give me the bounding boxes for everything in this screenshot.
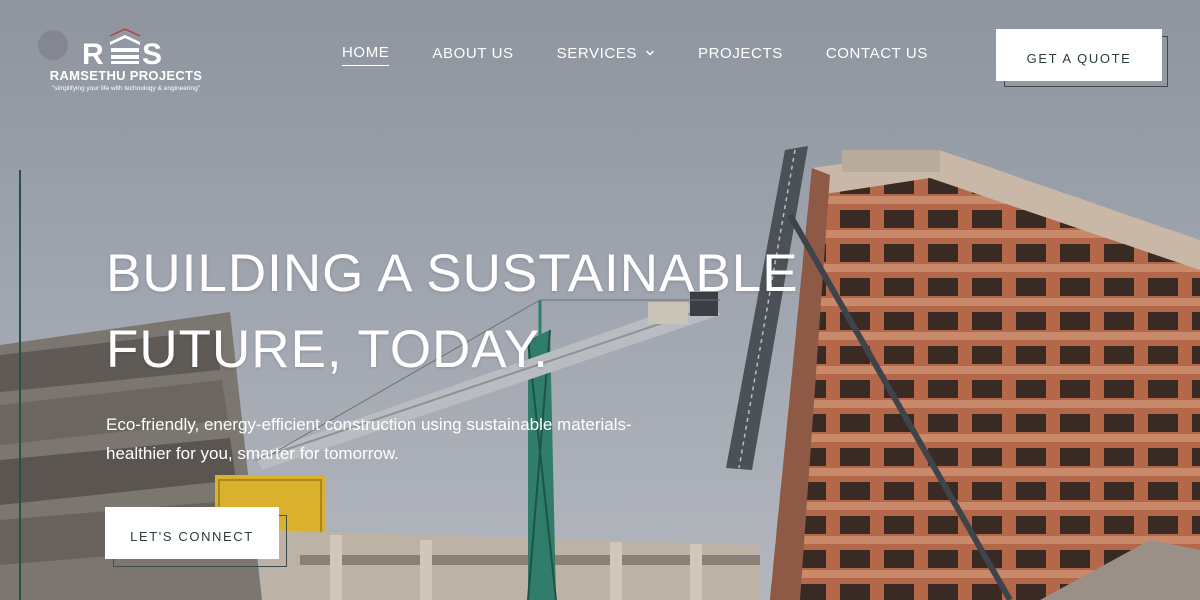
hero-subtitle: Eco-friendly, energy-efficient construct… bbox=[106, 410, 706, 468]
site-logo[interactable]: R S RAMSETHU PROJECTS "simplifying your … bbox=[38, 14, 213, 100]
svg-text:R: R bbox=[82, 38, 104, 68]
vertical-accent-line bbox=[19, 170, 21, 600]
nav-item-label: ABOUT US bbox=[432, 44, 514, 62]
chevron-down-icon bbox=[645, 50, 655, 56]
nav-item-contact-us[interactable]: CONTACT US bbox=[826, 45, 928, 66]
nav-item-label: HOME bbox=[342, 44, 390, 61]
lets-connect-button[interactable]: LET'S CONNECT bbox=[105, 507, 279, 559]
main-navigation: HOME ABOUT US SERVICES PROJECTS CONTACT … bbox=[342, 44, 971, 66]
brand-tagline: "simplifying your life with technology &… bbox=[51, 85, 201, 92]
hero-title-line-2: FUTURE, TODAY. bbox=[106, 320, 549, 379]
logo-mark-icon: R S bbox=[82, 28, 162, 68]
nav-item-label: CONTACT US bbox=[825, 44, 928, 62]
nav-item-label: PROJECTS bbox=[698, 44, 783, 62]
nav-item-about-us[interactable]: ABOUT US bbox=[432, 45, 513, 66]
nav-item-home[interactable]: HOME bbox=[342, 44, 390, 66]
hero-subtitle-line-2: healthier for you, smarter for tomorrow. bbox=[106, 444, 399, 463]
logo-circle-decoration bbox=[38, 30, 68, 60]
get-a-quote-button[interactable]: GET A QUOTE bbox=[996, 29, 1162, 81]
lets-connect-wrapper: LET'S CONNECT bbox=[105, 507, 287, 567]
nav-item-label: SERVICES bbox=[556, 44, 638, 62]
nav-item-services[interactable]: SERVICES bbox=[557, 45, 655, 66]
brand-name: RAMSETHU PROJECTS bbox=[49, 68, 203, 83]
hero-subtitle-line-1: Eco-friendly, energy-efficient construct… bbox=[106, 415, 632, 434]
hero-title-line-1: BUILDING A SUSTAINABLE bbox=[106, 244, 799, 303]
svg-text:S: S bbox=[142, 38, 162, 68]
hero-title: BUILDING A SUSTAINABLE FUTURE, TODAY. bbox=[106, 236, 806, 388]
nav-item-projects[interactable]: PROJECTS bbox=[698, 45, 783, 66]
get-a-quote-wrapper: GET A QUOTE bbox=[996, 29, 1170, 88]
